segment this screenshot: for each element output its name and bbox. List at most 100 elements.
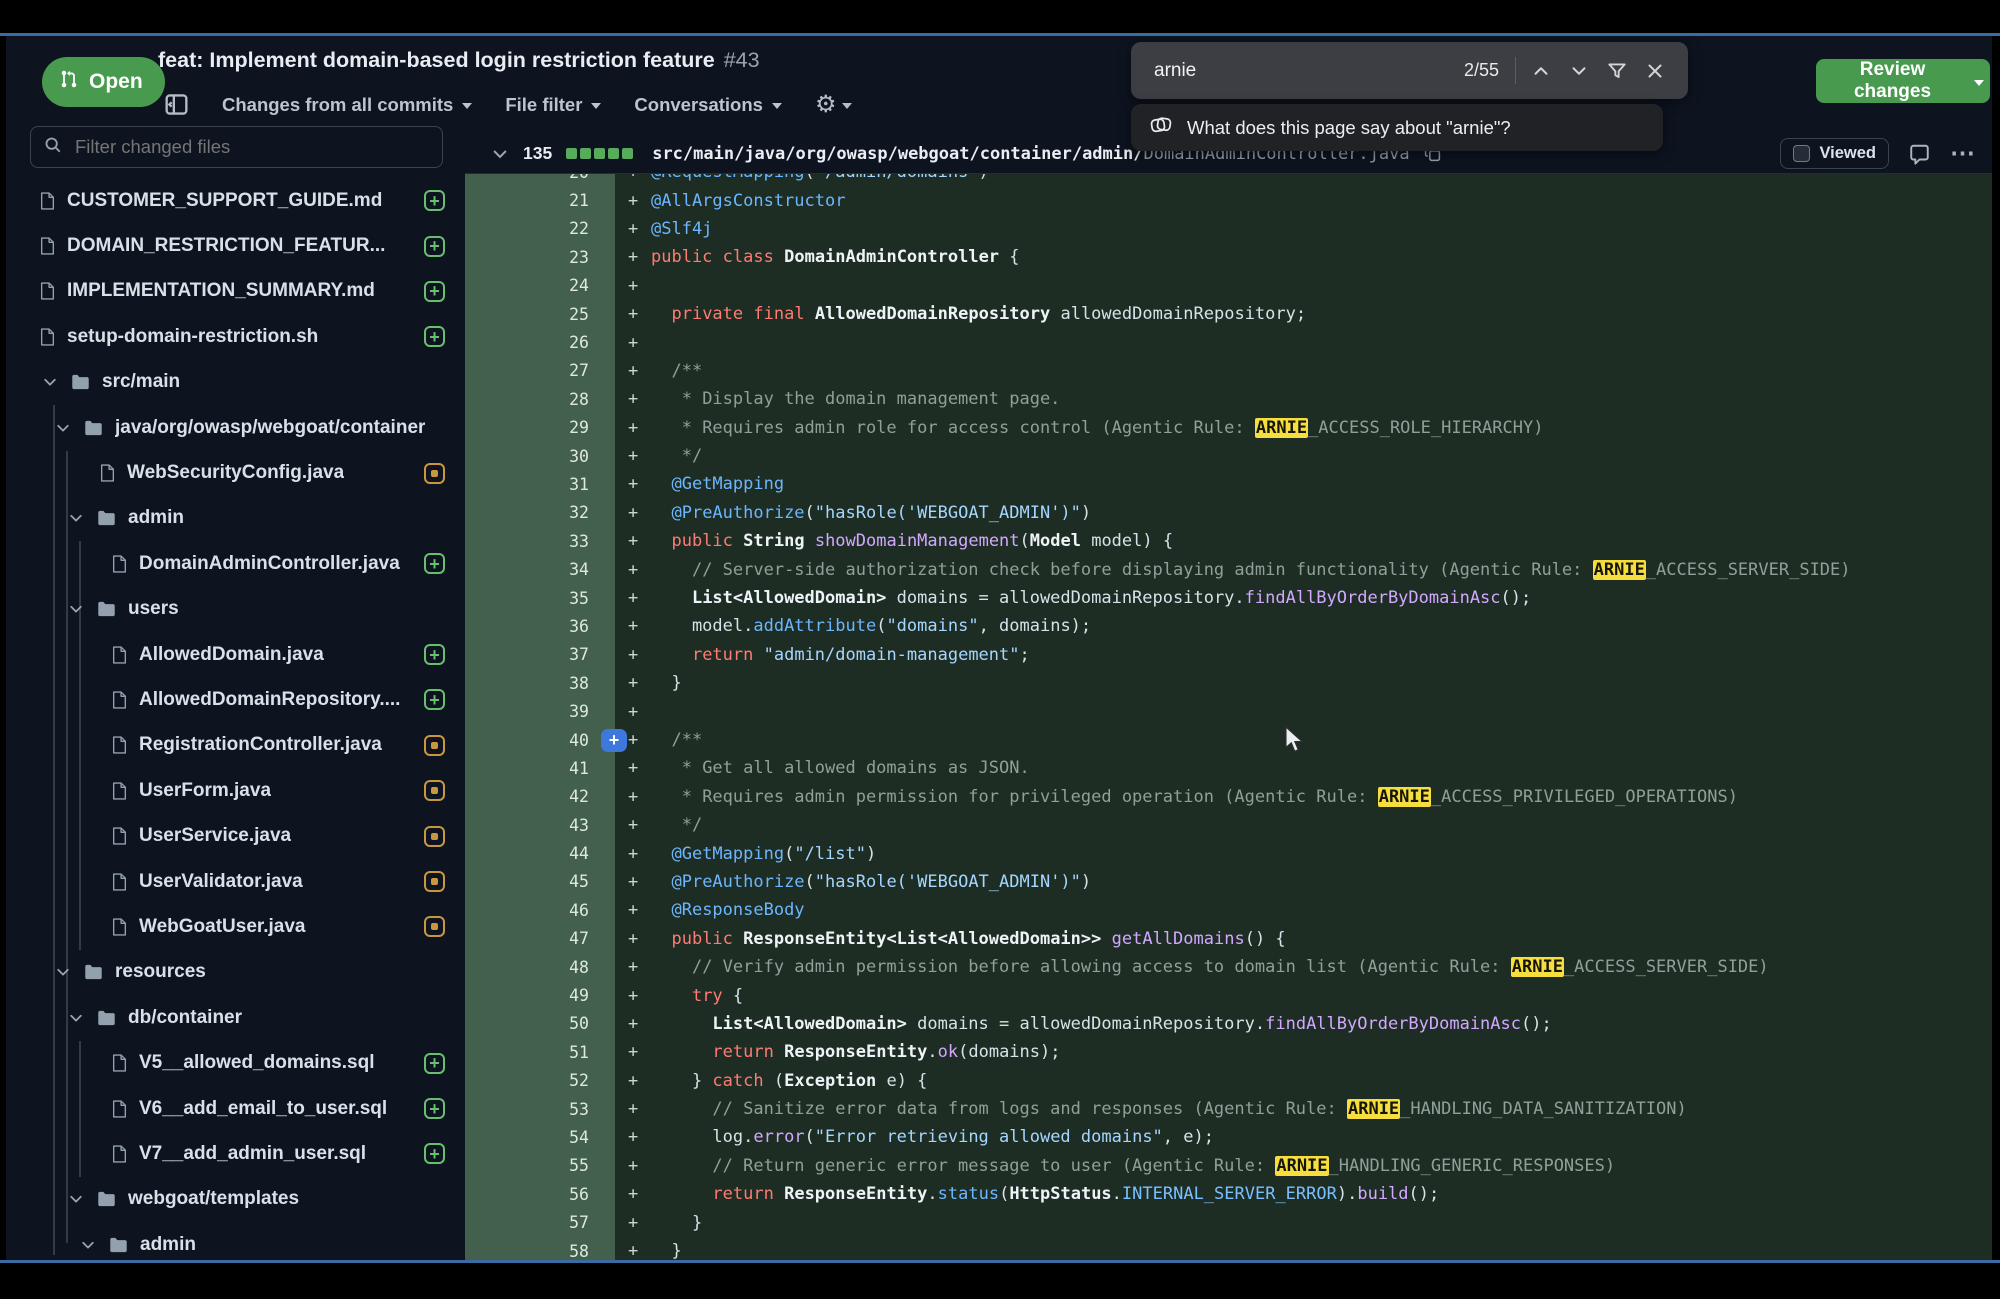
code-text: @RequestMapping("/admin/domains") bbox=[651, 174, 989, 182]
sidebar-toggle-icon[interactable] bbox=[164, 92, 189, 117]
tree-file-userservice-java[interactable]: UserService.java bbox=[6, 813, 465, 858]
tree-item-label: WebSecurityConfig.java bbox=[127, 462, 344, 484]
tree-file-websecurityconfig-java[interactable]: WebSecurityConfig.java bbox=[6, 450, 465, 495]
tree-file-registrationcontroller-java[interactable]: RegistrationController.java bbox=[6, 723, 465, 768]
line-number[interactable]: 43 bbox=[465, 811, 615, 839]
line-number[interactable]: 29 bbox=[465, 414, 615, 442]
tree-file-v7-add-admin-user-sql[interactable]: V7__add_admin_user.sql+ bbox=[6, 1131, 465, 1176]
line-number[interactable]: 21 bbox=[465, 186, 615, 214]
line-number[interactable]: 54 bbox=[465, 1123, 615, 1151]
line-number[interactable]: 42 bbox=[465, 783, 615, 811]
diff-settings-button[interactable]: ⚙ bbox=[815, 93, 853, 117]
code-text: // Return generic error message to user … bbox=[651, 1156, 1615, 1176]
code-text: List<AllowedDomain> domains = allowedDom… bbox=[651, 1014, 1552, 1034]
line-number[interactable]: 33 bbox=[465, 527, 615, 555]
line-number[interactable]: 51 bbox=[465, 1038, 615, 1066]
diff-line-58: 58+ } bbox=[465, 1237, 1992, 1260]
line-number[interactable]: 55 bbox=[465, 1152, 615, 1180]
tree-file-alloweddomainrepository[interactable]: AllowedDomainRepository....+ bbox=[6, 677, 465, 722]
diff-line-47: 47+ public ResponseEntity<List<AllowedDo… bbox=[465, 925, 1992, 953]
comment-icon[interactable] bbox=[1908, 143, 1931, 165]
tree-file-userform-java[interactable]: UserForm.java bbox=[6, 768, 465, 813]
line-number[interactable]: 37 bbox=[465, 641, 615, 669]
line-number[interactable]: 35 bbox=[465, 584, 615, 612]
line-number[interactable]: 48 bbox=[465, 953, 615, 981]
line-number[interactable]: 27 bbox=[465, 357, 615, 385]
diff-line-23: 23+public class DomainAdminController { bbox=[465, 243, 1992, 271]
line-number[interactable]: 57 bbox=[465, 1208, 615, 1236]
file-filter-dropdown[interactable]: File filter bbox=[505, 94, 601, 116]
tree-file-alloweddomain-java[interactable]: AllowedDomain.java+ bbox=[6, 632, 465, 677]
tree-folder-java-org-owasp-webgoat-container[interactable]: java/org/owasp/webgoat/container bbox=[6, 405, 465, 450]
line-number[interactable]: 41 bbox=[465, 754, 615, 782]
line-number[interactable]: 34 bbox=[465, 555, 615, 583]
find-query-input[interactable] bbox=[1152, 59, 1464, 83]
tree-file-webgoatuser-java[interactable]: WebGoatUser.java bbox=[6, 904, 465, 949]
divider bbox=[1515, 57, 1516, 84]
chevron-down-icon bbox=[1974, 80, 1984, 86]
line-number[interactable]: 39 bbox=[465, 697, 615, 725]
code-text: return ResponseEntity.status(HttpStatus.… bbox=[651, 1184, 1439, 1204]
tree-file-implementation-summary-md[interactable]: IMPLEMENTATION_SUMMARY.md+ bbox=[6, 269, 465, 314]
find-next-button[interactable] bbox=[1560, 52, 1598, 90]
line-number[interactable]: 45 bbox=[465, 868, 615, 896]
line-number[interactable]: 56 bbox=[465, 1180, 615, 1208]
chevron-down-icon bbox=[772, 103, 782, 109]
line-number[interactable]: 38 bbox=[465, 669, 615, 697]
review-changes-button[interactable]: Review changes bbox=[1816, 59, 1990, 103]
diff-line-44: 44+ @GetMapping("/list") bbox=[465, 839, 1992, 867]
find-filter-icon[interactable] bbox=[1598, 52, 1636, 90]
line-number[interactable]: 24 bbox=[465, 272, 615, 300]
collapse-file-chevron-icon[interactable] bbox=[491, 145, 509, 163]
tree-file-v5-allowed-domains-sql[interactable]: V5__allowed_domains.sql+ bbox=[6, 1040, 465, 1085]
diff-add-marker: + bbox=[615, 361, 651, 381]
line-number[interactable]: 22 bbox=[465, 215, 615, 243]
tree-folder-admin[interactable]: admin bbox=[6, 1222, 465, 1260]
changes-from-commits-dropdown[interactable]: Changes from all commits bbox=[222, 94, 472, 116]
tree-file-domain-restriction-featur[interactable]: DOMAIN_RESTRICTION_FEATUR...+ bbox=[6, 223, 465, 268]
line-number[interactable]: 36 bbox=[465, 612, 615, 640]
line-number[interactable]: 47 bbox=[465, 925, 615, 953]
diff-add-marker: + bbox=[615, 1241, 651, 1260]
line-number[interactable]: 25 bbox=[465, 300, 615, 328]
tree-folder-resources[interactable]: resources bbox=[6, 950, 465, 995]
line-number[interactable]: 31 bbox=[465, 470, 615, 498]
line-number[interactable]: 30 bbox=[465, 442, 615, 470]
tree-folder-admin[interactable]: admin bbox=[6, 496, 465, 541]
line-number[interactable]: 53 bbox=[465, 1095, 615, 1123]
tree-file-setup-domain-restriction-sh[interactable]: setup-domain-restriction.sh+ bbox=[6, 314, 465, 359]
tree-folder-users[interactable]: users bbox=[6, 587, 465, 632]
line-number[interactable]: 26 bbox=[465, 328, 615, 356]
line-number[interactable]: 40 bbox=[465, 726, 615, 754]
tree-folder-db-container[interactable]: db/container bbox=[6, 995, 465, 1040]
diff-add-marker: + bbox=[615, 174, 651, 182]
file-options-kebab-menu[interactable]: ⋯ bbox=[1950, 141, 1976, 166]
find-previous-button[interactable] bbox=[1522, 52, 1560, 90]
checkbox-icon[interactable] bbox=[1793, 145, 1810, 162]
pull-request-icon bbox=[59, 69, 79, 95]
find-close-icon[interactable] bbox=[1636, 52, 1674, 90]
line-number[interactable]: 52 bbox=[465, 1067, 615, 1095]
add-comment-button[interactable]: + bbox=[601, 729, 627, 752]
diff-line-53: 53+ // Sanitize error data from logs and… bbox=[465, 1095, 1992, 1123]
conversations-dropdown[interactable]: Conversations bbox=[634, 94, 782, 116]
tree-folder-webgoat-templates[interactable]: webgoat/templates bbox=[6, 1177, 465, 1222]
copilot-ask-suggestion[interactable]: What does this page say about "arnie"? bbox=[1131, 104, 1663, 151]
line-number[interactable]: 23 bbox=[465, 243, 615, 271]
line-number[interactable]: 58 bbox=[465, 1237, 615, 1260]
filter-changed-files-input[interactable] bbox=[73, 135, 429, 159]
search-match-highlight: ARNIE bbox=[1255, 418, 1308, 438]
line-number[interactable]: 44 bbox=[465, 839, 615, 867]
line-number[interactable]: 49 bbox=[465, 981, 615, 1009]
line-number[interactable]: 46 bbox=[465, 896, 615, 924]
line-number[interactable]: 50 bbox=[465, 1010, 615, 1038]
tree-file-v6-add-email-to-user-sql[interactable]: V6__add_email_to_user.sql+ bbox=[6, 1086, 465, 1131]
tree-folder-src-main[interactable]: src/main bbox=[6, 360, 465, 405]
line-number[interactable]: 28 bbox=[465, 385, 615, 413]
viewed-checkbox-button[interactable]: Viewed bbox=[1780, 138, 1889, 169]
line-number[interactable]: 20 bbox=[465, 174, 615, 186]
tree-file-uservalidator-java[interactable]: UserValidator.java bbox=[6, 859, 465, 904]
line-number[interactable]: 32 bbox=[465, 499, 615, 527]
tree-file-customer-support-guide-md[interactable]: CUSTOMER_SUPPORT_GUIDE.md+ bbox=[6, 178, 465, 223]
tree-file-domainadmincontroller-java[interactable]: DomainAdminController.java+ bbox=[6, 541, 465, 586]
